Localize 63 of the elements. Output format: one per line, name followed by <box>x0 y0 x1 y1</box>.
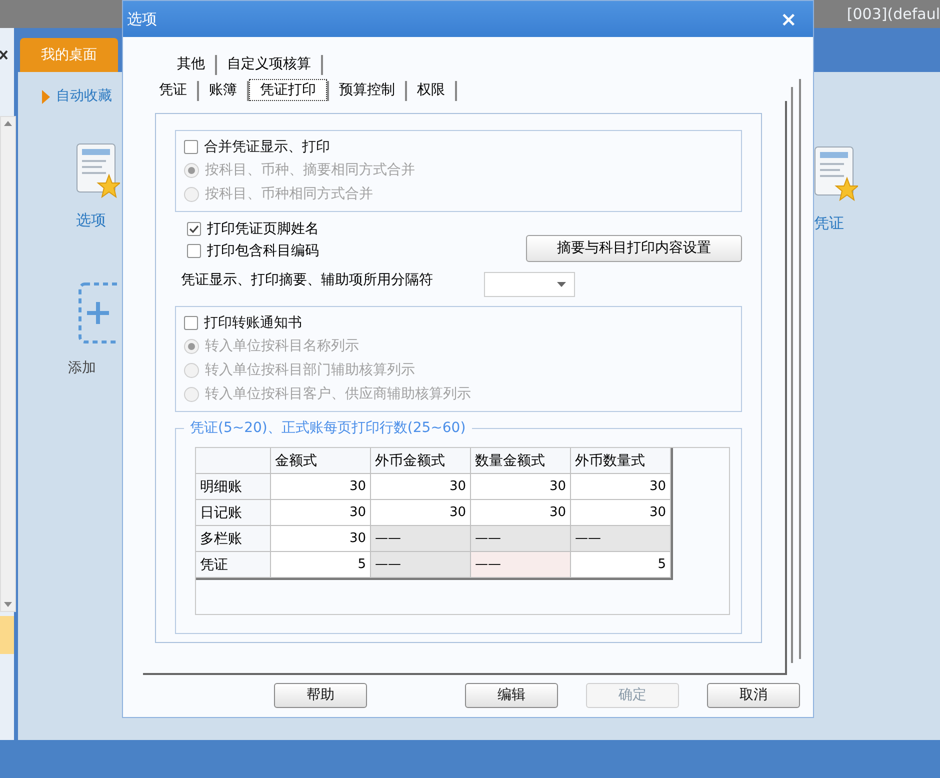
dialog-button[interactable]: 取消 <box>707 683 800 708</box>
tab[interactable]: 权限 <box>407 79 455 101</box>
checkbox[interactable] <box>187 244 201 258</box>
table-cell[interactable]: 30 <box>271 474 371 500</box>
separator-label: 凭证显示、打印摘要、辅助项所用分隔符 <box>181 271 434 290</box>
tab[interactable]: 预算控制 <box>329 79 405 101</box>
checkbox-label: 合并凭证显示、打印 <box>204 138 330 156</box>
document-star-icon <box>76 143 120 199</box>
table-cell[interactable]: —— <box>571 526 671 552</box>
checkbox[interactable] <box>184 140 198 154</box>
dialog-button[interactable]: 编辑 <box>465 683 558 708</box>
column-header: 数量金额式 <box>471 448 571 474</box>
row-header: 多栏账 <box>196 526 271 552</box>
table-cell[interactable]: —— <box>371 552 471 578</box>
triangle-icon <box>42 90 50 104</box>
table-cell[interactable]: —— <box>471 552 571 578</box>
table-cell[interactable]: 30 <box>571 500 671 526</box>
column-header: 外币数量式 <box>571 448 671 474</box>
dropdown-arrow-icon <box>557 282 566 287</box>
scroll-down-icon[interactable] <box>4 602 12 607</box>
checkbox-label: 打印转账通知书 <box>204 314 302 332</box>
content-settings-button[interactable]: 摘要与科目打印内容设置 <box>526 235 742 262</box>
radio-label: 转入单位按科目客户、供应商辅助核算列示 <box>205 384 471 404</box>
column-header: 外币金额式 <box>371 448 471 474</box>
checkbox-label: 打印凭证页脚姓名 <box>207 220 319 238</box>
radio-label: 转入单位按科目名称列示 <box>205 336 359 356</box>
table-cell[interactable]: 30 <box>471 474 571 500</box>
table-cell[interactable]: 30 <box>271 500 371 526</box>
row-header: 日记账 <box>196 500 271 526</box>
radio-label: 按科目、币种、摘要相同方式合并 <box>205 160 415 180</box>
table-cell[interactable]: 30 <box>571 474 671 500</box>
table-cell[interactable]: —— <box>471 526 571 552</box>
checkbox[interactable] <box>187 222 201 236</box>
table-cell[interactable]: —— <box>371 526 471 552</box>
row-header: 明细账 <box>196 474 271 500</box>
group-legend: 凭证(5~20)、正式账每页打印行数(25~60) <box>184 419 472 437</box>
close-icon[interactable] <box>0 50 8 60</box>
radio-label: 按科目、币种相同方式合并 <box>205 184 373 204</box>
tab[interactable]: 其他 <box>167 53 215 75</box>
table-cell[interactable]: 5 <box>271 552 371 578</box>
checkbox[interactable] <box>184 316 198 330</box>
dialog-button[interactable]: 帮助 <box>274 683 367 708</box>
separator-dropdown[interactable] <box>484 272 575 297</box>
shortcut-label[interactable]: 添加 <box>68 358 96 378</box>
column-header: 金额式 <box>271 448 371 474</box>
table-cell[interactable]: 30 <box>371 500 471 526</box>
table-cell[interactable]: 5 <box>571 552 671 578</box>
tab[interactable]: 凭证打印 <box>249 79 327 101</box>
table-cell[interactable]: 30 <box>371 474 471 500</box>
table-cell[interactable]: 30 <box>471 500 571 526</box>
checkbox-label: 打印包含科目编码 <box>207 242 319 260</box>
table-cell[interactable]: 30 <box>271 526 371 552</box>
radio-label: 转入单位按科目部门辅助核算列示 <box>205 360 415 380</box>
add-icon <box>78 282 118 344</box>
tab[interactable]: 账簿 <box>199 79 247 101</box>
scrollbar[interactable] <box>0 116 16 612</box>
tab[interactable]: 凭证 <box>149 79 197 101</box>
close-button[interactable]: × <box>780 4 809 34</box>
tab[interactable]: 自定义项核算 <box>217 53 321 75</box>
account-label: [003](defaul <box>846 4 940 25</box>
scroll-up-icon[interactable] <box>4 121 12 126</box>
window-title: 选项 <box>127 8 157 30</box>
row-header: 凭证 <box>196 552 271 578</box>
